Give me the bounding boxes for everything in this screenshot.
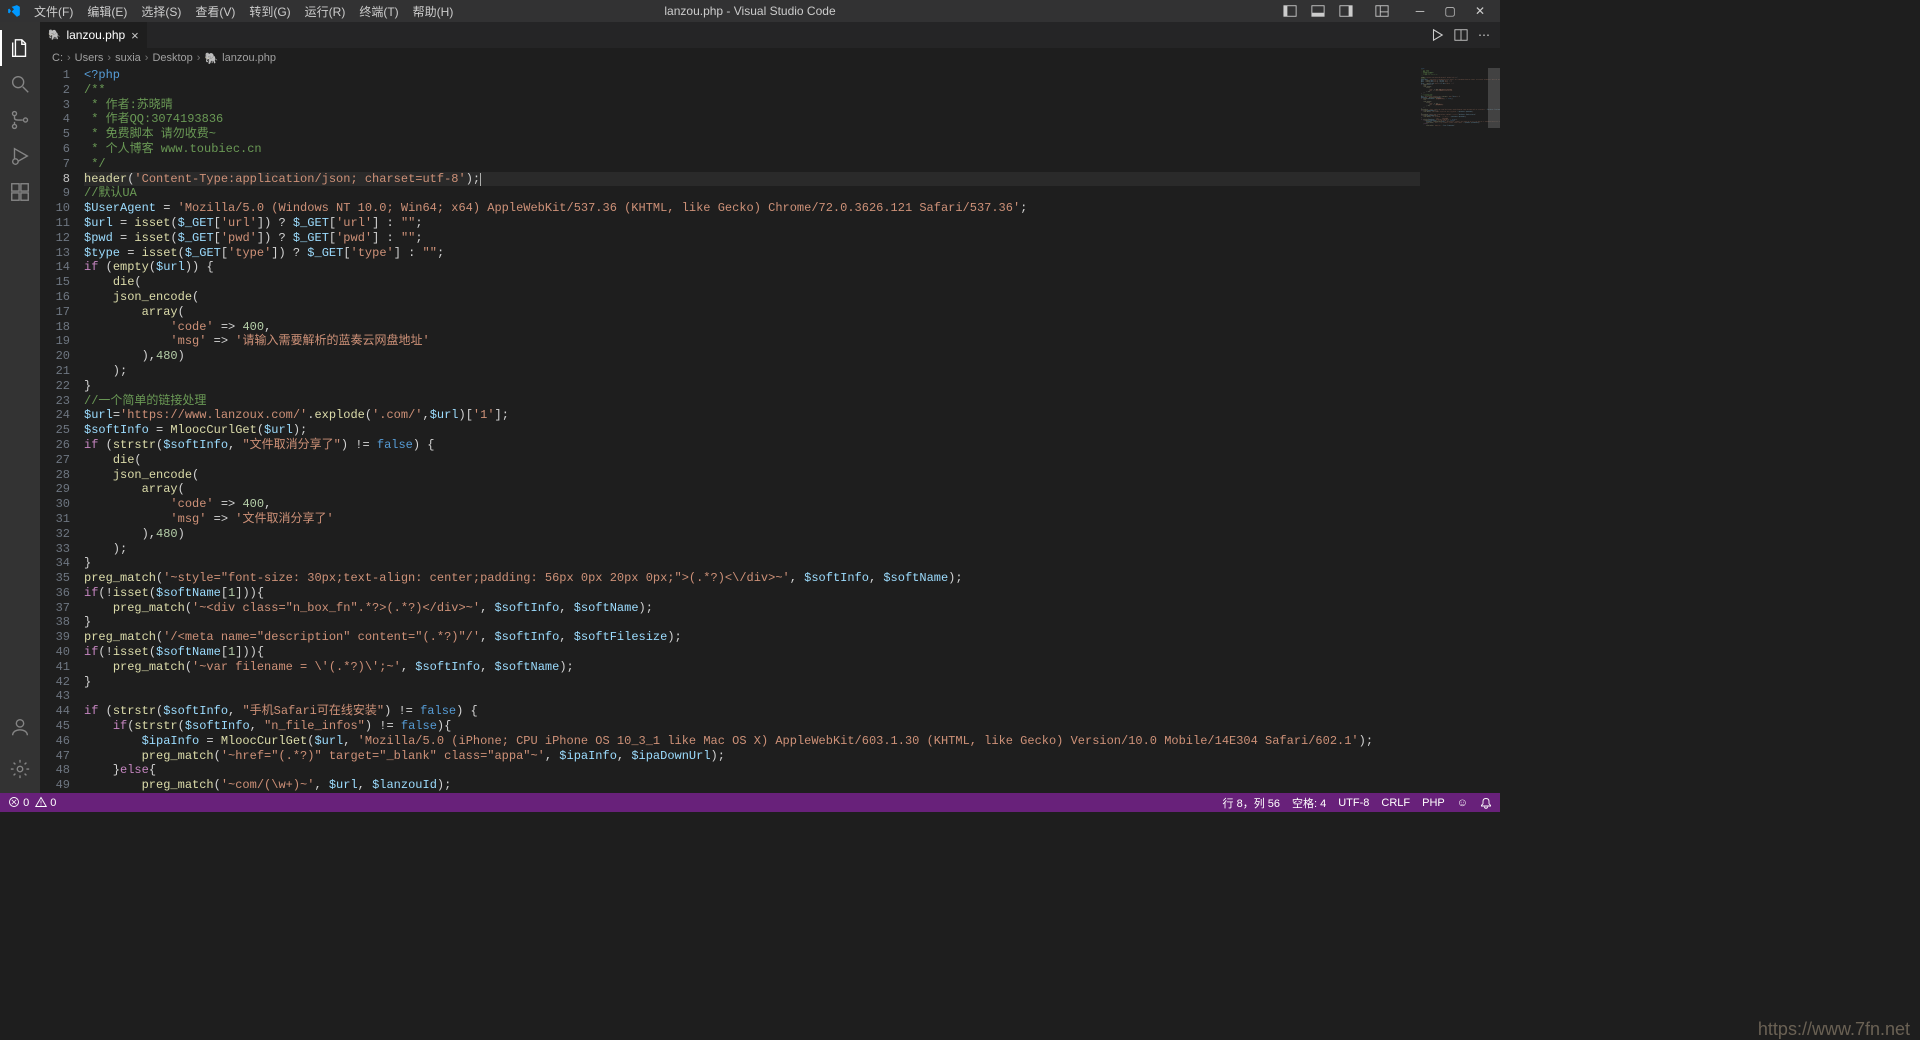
status-feedback-icon[interactable]: ☺ [1457, 797, 1468, 809]
minimize-button[interactable]: ─ [1406, 1, 1434, 21]
php-file-icon: 🐘 [48, 30, 60, 41]
settings-gear-icon[interactable] [0, 751, 40, 787]
menu-select[interactable]: 选择(S) [135, 1, 187, 22]
main: 🐘 lanzou.php × ⋯ C:› Users› suxia› Deskt… [0, 22, 1500, 793]
status-encoding[interactable]: UTF-8 [1338, 797, 1369, 809]
breadcrumb-part[interactable]: Desktop [152, 52, 192, 64]
editor[interactable]: 1234567891011121314151617181920212223242… [40, 68, 1500, 793]
status-eol[interactable]: CRLF [1381, 797, 1410, 809]
minimap[interactable]: <?php/** * 作者:苏晓晴 * 作者QQ:3074193836 * 免费… [1420, 68, 1500, 793]
layout-customize-icon[interactable] [1368, 1, 1396, 21]
menu-help[interactable]: 帮助(H) [407, 1, 460, 22]
titlebar: 文件(F) 编辑(E) 选择(S) 查看(V) 转到(G) 运行(R) 终端(T… [0, 0, 1500, 22]
menu-edit[interactable]: 编辑(E) [81, 1, 133, 22]
layout-panel-bottom-icon[interactable] [1304, 1, 1332, 21]
layout-icons [1276, 1, 1396, 21]
status-lang[interactable]: PHP [1422, 797, 1445, 809]
status-bell-icon[interactable] [1480, 797, 1492, 809]
extensions-icon[interactable] [0, 174, 40, 210]
minimap-slider[interactable] [1488, 68, 1500, 128]
source-control-icon[interactable] [0, 102, 40, 138]
menu-goto[interactable]: 转到(G) [243, 1, 296, 22]
menubar: 文件(F) 编辑(E) 选择(S) 查看(V) 转到(G) 运行(R) 终端(T… [28, 1, 459, 22]
editor-area: 🐘 lanzou.php × ⋯ C:› Users› suxia› Deskt… [40, 22, 1500, 793]
tab-close-icon[interactable]: × [131, 28, 139, 43]
run-icon[interactable] [1430, 28, 1444, 42]
close-button[interactable]: ✕ [1466, 1, 1494, 21]
breadcrumb-part[interactable]: lanzou.php [222, 52, 276, 64]
window-title: lanzou.php - Visual Studio Code [664, 4, 835, 18]
breadcrumb-part[interactable]: suxia [115, 52, 141, 64]
warning-count: 0 [50, 797, 56, 809]
breadcrumb-part[interactable]: Users [75, 52, 104, 64]
breadcrumb[interactable]: C:› Users› suxia› Desktop› 🐘 lanzou.php [40, 48, 1500, 68]
line-gutter: 1234567891011121314151617181920212223242… [40, 68, 84, 793]
activitybar [0, 22, 40, 793]
tab-label: lanzou.php [66, 28, 125, 42]
split-icon[interactable] [1454, 28, 1468, 42]
status-spaces[interactable]: 空格: 4 [1292, 795, 1326, 811]
layout-panel-left-icon[interactable] [1276, 1, 1304, 21]
error-count: 0 [23, 797, 29, 809]
more-icon[interactable]: ⋯ [1478, 28, 1490, 42]
run-debug-icon[interactable] [0, 138, 40, 174]
status-errors[interactable]: 0 [8, 796, 29, 809]
vscode-icon [6, 3, 22, 19]
tab-bar: 🐘 lanzou.php × ⋯ [40, 22, 1500, 48]
statusbar: 0 0 行 8，列 56 空格: 4 UTF-8 CRLF PHP ☺ [0, 793, 1500, 812]
menu-run[interactable]: 运行(R) [299, 1, 352, 22]
menu-terminal[interactable]: 终端(T) [353, 1, 404, 22]
php-file-icon: 🐘 [204, 52, 218, 65]
tab-actions: ⋯ [1430, 22, 1500, 48]
status-warnings[interactable]: 0 [35, 796, 56, 809]
maximize-button[interactable]: ▢ [1436, 1, 1464, 21]
breadcrumb-part[interactable]: C: [52, 52, 63, 64]
layout-panel-right-icon[interactable] [1332, 1, 1360, 21]
explorer-icon[interactable] [0, 30, 40, 66]
menu-file[interactable]: 文件(F) [28, 1, 79, 22]
search-icon[interactable] [0, 66, 40, 102]
tab-lanzou[interactable]: 🐘 lanzou.php × [40, 22, 148, 48]
status-lncol[interactable]: 行 8，列 56 [1223, 795, 1280, 811]
watermark: https://www.7fn.net [1758, 1019, 1910, 1040]
code-content[interactable]: <?php/** * 作者:苏晓晴 * 作者QQ:3074193836 * 免费… [84, 68, 1420, 793]
menu-view[interactable]: 查看(V) [189, 1, 241, 22]
account-icon[interactable] [0, 709, 40, 745]
